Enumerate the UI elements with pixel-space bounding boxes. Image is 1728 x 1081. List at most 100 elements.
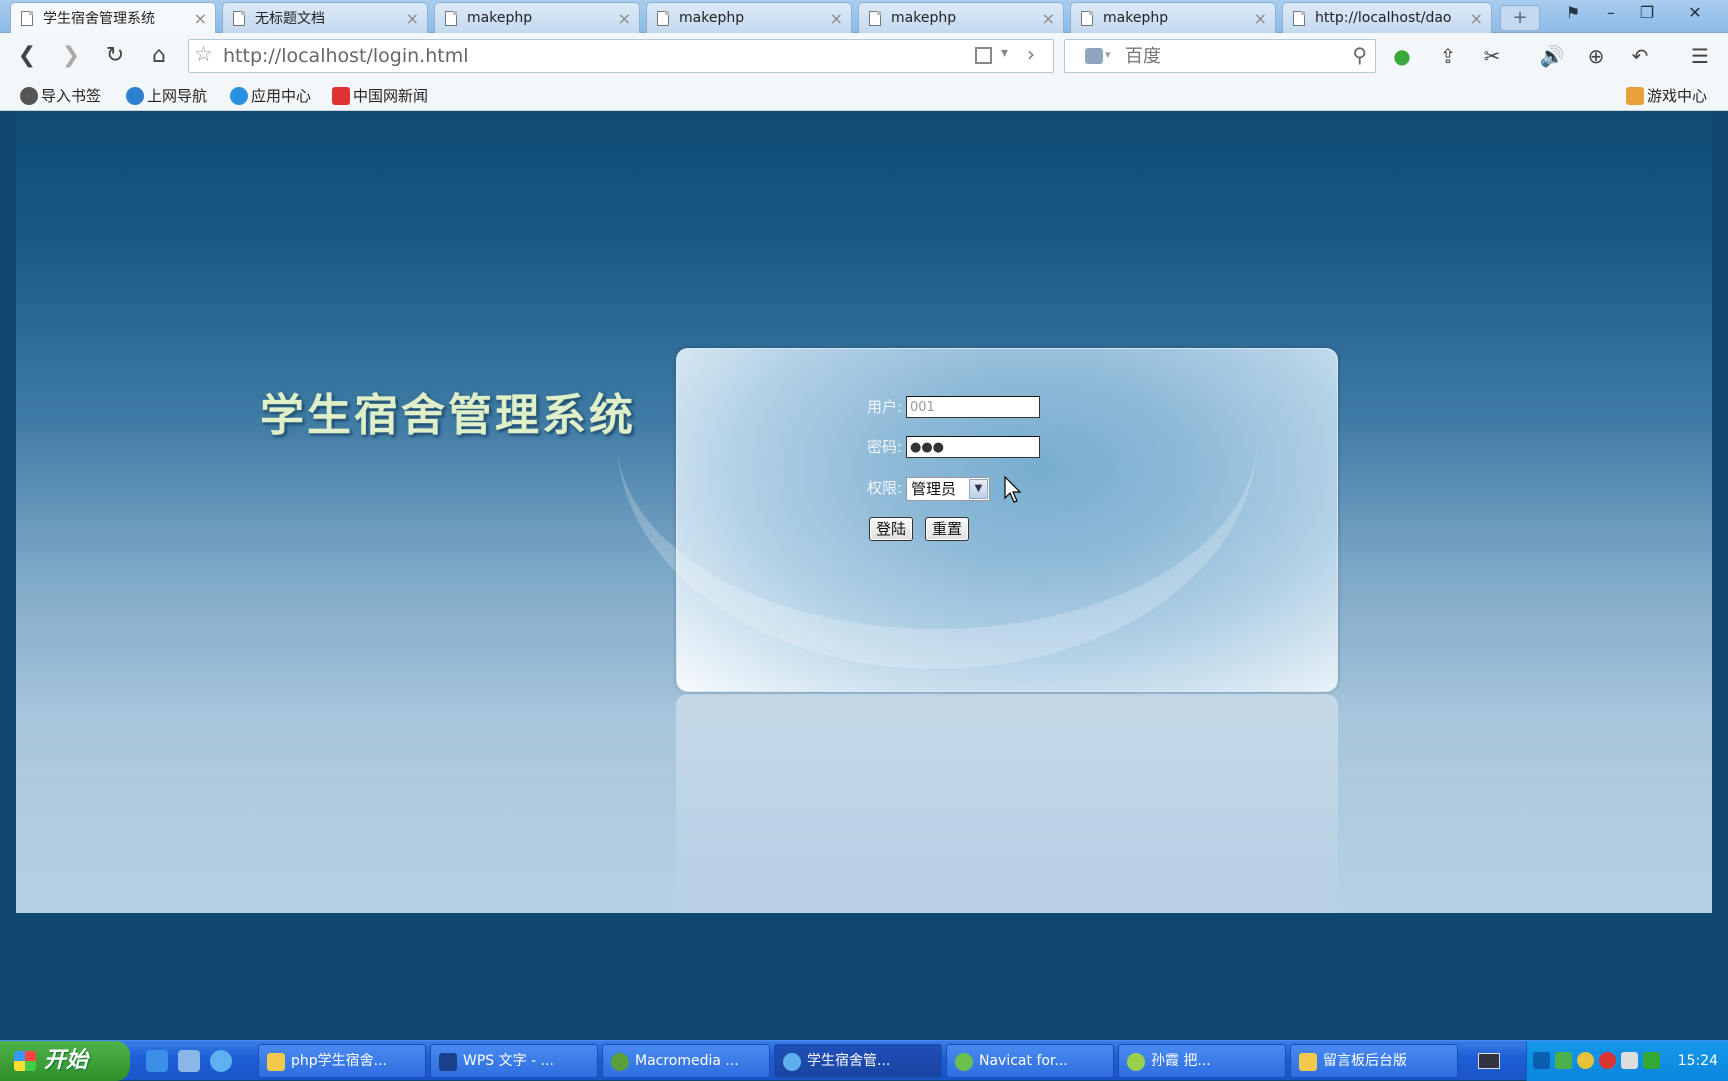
scissors-icon[interactable]: ✂ [1476, 40, 1508, 72]
reload-icon[interactable]: ↻ [100, 41, 130, 71]
home-icon[interactable]: ⌂ [144, 41, 174, 71]
chevron-down-icon[interactable]: ▼ [969, 479, 988, 499]
share-icon[interactable]: ⇪ [1432, 40, 1464, 72]
user-input[interactable] [906, 396, 1040, 418]
task-dorm-browser[interactable]: 学生宿舍管... [774, 1044, 942, 1078]
wechat-icon[interactable]: ● [1386, 40, 1418, 72]
password-input[interactable] [906, 436, 1040, 458]
password-label: 密码: [867, 438, 903, 456]
system-tray: 15:24 [1526, 1041, 1728, 1081]
go-icon[interactable]: › [1027, 42, 1035, 66]
bookmark-import[interactable]: 导入书签 [20, 85, 101, 106]
tab-localhost[interactable]: http://localhost/dao × [1282, 2, 1492, 33]
address-input[interactable] [221, 44, 941, 68]
chevron-down-icon[interactable]: ▾ [1105, 48, 1111, 61]
ie-icon [126, 86, 144, 105]
close-icon[interactable]: × [830, 9, 843, 28]
close-icon[interactable]: × [194, 9, 207, 28]
tab-label: makephp [1103, 10, 1169, 26]
bookmark-label: 上网导航 [147, 87, 208, 105]
document-icon [1081, 10, 1093, 26]
baidu-icon[interactable] [1085, 48, 1103, 64]
tray-chat-icon[interactable] [1577, 1052, 1594, 1069]
reset-button[interactable]: 重置 [925, 517, 969, 541]
role-select[interactable]: 管理员 ▼ [906, 477, 990, 501]
task-wps[interactable]: WPS 文字 - ... [430, 1044, 598, 1078]
qq-icon[interactable] [1599, 1052, 1616, 1069]
task-message-board[interactable]: 留言板后台版 [1290, 1044, 1458, 1078]
mouse-cursor-icon [1004, 476, 1022, 503]
browser-quicklaunch-icon[interactable] [210, 1050, 232, 1072]
forward-icon[interactable]: ❯ [56, 41, 86, 71]
ie-quicklaunch-icon[interactable] [146, 1050, 168, 1072]
folder-icon [1299, 1053, 1317, 1071]
close-icon[interactable]: × [1470, 9, 1483, 28]
user-label: 用户: [867, 398, 903, 416]
minimize-icon[interactable]: – [1596, 2, 1626, 26]
document-icon [21, 10, 33, 26]
document-icon [233, 10, 245, 26]
sound-icon[interactable]: 🔊 [1536, 40, 1568, 72]
bookmark-app-center[interactable]: 应用中心 [230, 85, 311, 106]
tab-label: 无标题文档 [255, 11, 325, 27]
tab-label: makephp [467, 10, 533, 26]
import-icon [20, 86, 38, 105]
task-php-dorm[interactable]: php学生宿舍... [258, 1044, 426, 1078]
close-icon[interactable]: × [1254, 9, 1267, 28]
chevron-down-icon[interactable]: ▾ [1001, 45, 1008, 61]
bookmark-news[interactable]: 中国网新闻 [332, 85, 428, 106]
undo-icon[interactable]: ↶ [1624, 40, 1656, 72]
new-tab-button[interactable]: + [1500, 5, 1540, 31]
bookmark-label: 导入书签 [41, 87, 102, 105]
search-icon[interactable]: ⚲ [1352, 43, 1367, 67]
search-input[interactable] [1123, 44, 1343, 68]
security-shield-icon[interactable] [1643, 1052, 1660, 1069]
start-label: 开始 [44, 1048, 89, 1073]
bookmarks-bar: 导入书签 上网导航 应用中心 中国网新闻 游戏中心 [0, 79, 1728, 111]
task-navicat[interactable]: Navicat for... [946, 1044, 1114, 1078]
desktop-quicklaunch-icon[interactable] [178, 1050, 200, 1072]
tab-makephp-3[interactable]: makephp × [858, 2, 1064, 33]
document-icon [1293, 10, 1305, 26]
game-center-icon [1626, 86, 1644, 105]
page-title: 学生宿舍管理系统 [260, 390, 636, 441]
task-label: php学生宿舍... [291, 1053, 387, 1069]
tab-makephp-4[interactable]: makephp × [1070, 2, 1276, 33]
window-close-icon[interactable]: ✕ [1680, 2, 1710, 26]
tab-untitled[interactable]: 无标题文档 × [222, 2, 428, 33]
close-icon[interactable]: × [618, 9, 631, 28]
start-button[interactable]: 开始 [0, 1041, 130, 1081]
search-box[interactable]: ▾ ⚲ [1064, 39, 1376, 73]
restore-icon[interactable]: ❐ [1632, 2, 1662, 26]
bookmark-star-icon[interactable]: ☆ [194, 42, 213, 66]
tray-app-icon[interactable] [1555, 1052, 1572, 1069]
download-icon[interactable]: ⊕ [1580, 40, 1612, 72]
close-icon[interactable]: × [1042, 9, 1055, 28]
keyboard-icon[interactable] [1478, 1053, 1500, 1069]
bookmark-label: 游戏中心 [1647, 87, 1708, 105]
back-icon[interactable]: ❮ [12, 41, 42, 71]
wps-icon [439, 1053, 457, 1071]
qr-code-icon[interactable] [975, 47, 992, 64]
task-label: 留言板后台版 [1323, 1053, 1407, 1069]
task-label: Macromedia ... [635, 1053, 739, 1069]
tab-login[interactable]: 学生宿舍管理系统 × [10, 2, 216, 33]
menu-icon[interactable]: ☰ [1684, 40, 1716, 72]
network-icon[interactable] [1621, 1052, 1638, 1069]
task-label: 孙霞 把... [1151, 1053, 1211, 1069]
close-icon[interactable]: × [406, 9, 419, 28]
skin-icon[interactable]: ⚑ [1558, 2, 1588, 26]
nav-bar: ❮ ❯ ↻ ⌂ ☆ ▾ › ▾ ⚲ ● ⇪ ✂ 🔊 ⊕ ↶ ☰ [0, 33, 1728, 79]
bookmark-game-center[interactable]: 游戏中心 [1626, 85, 1707, 106]
task-macromedia[interactable]: Macromedia ... [602, 1044, 770, 1078]
tab-label: 学生宿舍管理系统 [43, 11, 155, 27]
tab-makephp-2[interactable]: makephp × [646, 2, 852, 33]
login-button[interactable]: 登陆 [869, 517, 913, 541]
bookmark-label: 中国网新闻 [353, 87, 429, 105]
address-bar[interactable]: ☆ ▾ › [188, 39, 1054, 73]
tab-makephp-1[interactable]: makephp × [434, 2, 640, 33]
tray-expand-icon[interactable] [1533, 1052, 1550, 1069]
bookmark-nav[interactable]: 上网导航 [126, 85, 207, 106]
tab-strip: 学生宿舍管理系统 × 无标题文档 × makephp × makephp × m… [0, 0, 1728, 33]
task-chat[interactable]: 孙霞 把... [1118, 1044, 1286, 1078]
